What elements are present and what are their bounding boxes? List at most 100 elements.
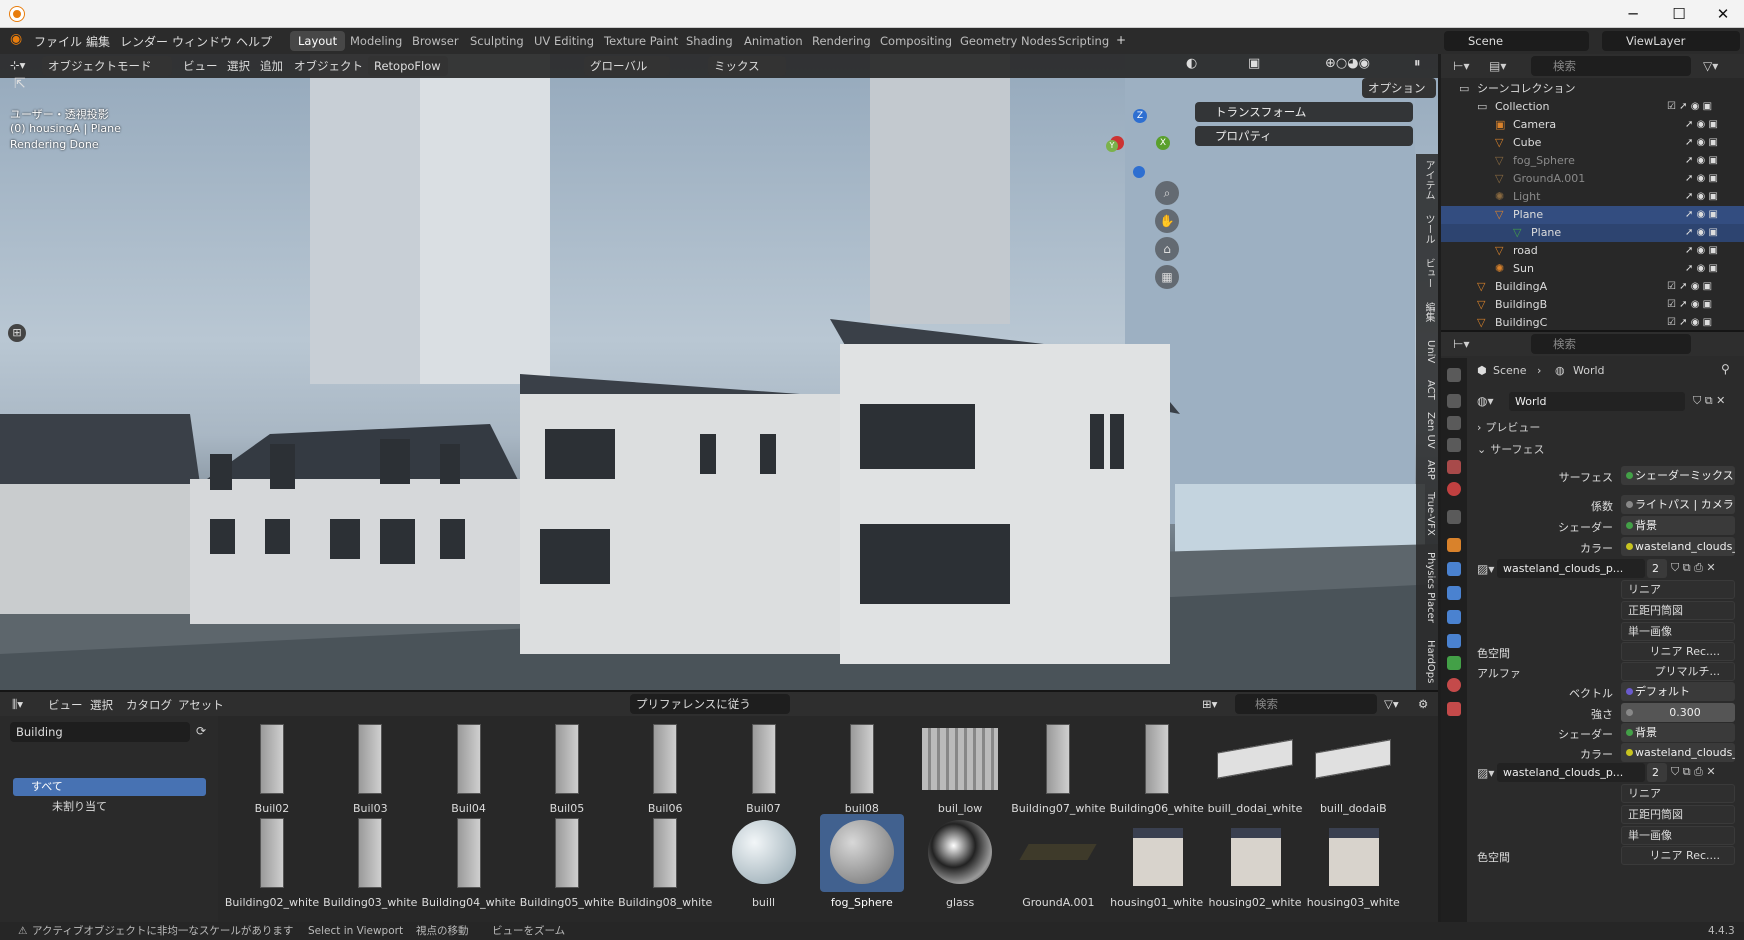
image2-browse-icon[interactable]: ▨▾ (1477, 766, 1494, 780)
menu-render[interactable]: レンダー (120, 33, 168, 50)
catalog-all[interactable]: すべて (13, 778, 206, 796)
scene-selector[interactable]: Scene (1444, 31, 1589, 51)
asset-item[interactable]: housing03_white (1305, 812, 1401, 916)
fac-field[interactable]: ライトパス | カメラレイ (1621, 495, 1735, 514)
visibility-toggles-icon[interactable]: ☑ ➚ ◉ ▣ (1667, 98, 1712, 116)
visibility-toggles-icon[interactable]: ☑ ➚ ◉ ▣ (1667, 296, 1712, 314)
image2-name-field[interactable]: wasteland_clouds_p... (1497, 763, 1645, 782)
tab-hardops[interactable]: HardOps (1418, 640, 1436, 683)
menu-asset[interactable]: アセット (178, 697, 224, 713)
visibility-toggles-icon[interactable]: ➚ ◉ ▣ (1685, 260, 1718, 278)
transform-panel-header[interactable]: トランスフォーム (1195, 102, 1413, 122)
overlay-icon[interactable]: ◐ (1186, 56, 1197, 71)
color2-field[interactable]: wasteland_clouds_p... (1621, 743, 1735, 762)
preview-panel-header[interactable]: › プレビュー (1477, 418, 1737, 438)
pause-icon[interactable]: ⏸ (1414, 56, 1421, 71)
asset-library-dropdown[interactable]: Building (10, 722, 190, 742)
visibility-toggles-icon[interactable]: ➚ ◉ ▣ (1685, 242, 1718, 260)
image-browse-icon[interactable]: ▨▾ (1477, 562, 1494, 576)
menu-select[interactable]: 選択 (90, 697, 113, 713)
tab-layout[interactable]: Layout (290, 31, 346, 51)
outliner-search-input[interactable]: 検索 (1531, 56, 1691, 76)
filter-icon[interactable]: ▽▾ (1384, 697, 1399, 711)
image1-name-field[interactable]: wasteland_clouds_p... (1497, 559, 1645, 578)
maximize-button[interactable]: ☐ (1656, 0, 1702, 28)
asset-item[interactable]: Buil06 (617, 718, 713, 822)
tab-physics-placer[interactable]: Physics Placer (1418, 552, 1436, 623)
gizmo-x-axis[interactable]: X (1156, 136, 1170, 150)
pin-icon[interactable]: ⚲ (1721, 362, 1730, 376)
outliner-item-sun[interactable]: ✺ Sun ➚ ◉ ▣ (1441, 260, 1744, 278)
menu-window[interactable]: ウィンドウ (172, 33, 232, 50)
asset-item[interactable]: Buil03 (322, 718, 418, 822)
tab-animation[interactable]: Animation (736, 31, 811, 51)
asset-item[interactable]: glass (912, 812, 1008, 916)
source1-dropdown[interactable]: 単一画像 (1621, 622, 1735, 641)
tab-compositing[interactable]: Compositing (872, 31, 960, 51)
colorspace1-dropdown[interactable]: リニア Rec.... (1621, 642, 1735, 661)
tab-true-vfx[interactable]: True-VFX (1418, 492, 1436, 536)
settings-gear-icon[interactable]: ⚙ (1418, 697, 1428, 711)
editor-type-icon[interactable]: ⊢▾ (1453, 337, 1469, 351)
tab-shading[interactable]: Shading (678, 31, 741, 51)
asset-item[interactable]: fog_Sphere (814, 812, 910, 916)
asset-item[interactable]: Building08_white (617, 812, 713, 916)
editor-type-icon[interactable]: ⫼▾ (12, 697, 23, 712)
asset-item[interactable]: Buil04 (421, 718, 517, 822)
asset-item[interactable]: GroundA.001 (1010, 812, 1106, 916)
menu-view[interactable]: ビュー (48, 697, 83, 713)
tab-browser[interactable]: Browser (404, 31, 467, 51)
render-tab-icon[interactable] (1447, 394, 1461, 408)
zoom-icon[interactable]: ⌕ (1155, 181, 1179, 205)
visibility-toggles-icon[interactable]: ➚ ◉ ▣ (1685, 224, 1718, 242)
tab-arp[interactable]: ARP (1418, 460, 1436, 480)
visibility-toggles-icon[interactable]: ➚ ◉ ▣ (1685, 116, 1718, 134)
collection-tab-icon[interactable] (1447, 510, 1461, 524)
image1-users-count[interactable]: 2 (1647, 559, 1667, 578)
tab-zen-uv[interactable]: Zen UV (1418, 412, 1436, 449)
source2-dropdown[interactable]: 単一画像 (1621, 826, 1735, 845)
outliner-item-fog-sphere[interactable]: ▽ fog_Sphere ➚ ◉ ▣ (1441, 152, 1744, 170)
strength-field[interactable]: 0.300 (1621, 703, 1735, 722)
object-tab-icon[interactable] (1447, 538, 1461, 552)
outliner-item-camera[interactable]: ▣ Camera ➚ ◉ ▣ (1441, 116, 1744, 134)
outliner-item-plane[interactable]: ▽ Plane ➚ ◉ ▣ (1441, 206, 1744, 224)
import-method-dropdown[interactable]: プリファレンスに従う (630, 694, 790, 714)
outliner-item-cube[interactable]: ▽ Cube ➚ ◉ ▣ (1441, 134, 1744, 152)
particles-tab-icon[interactable] (1447, 586, 1461, 600)
menu-help[interactable]: ヘルプ (236, 33, 272, 50)
asset-shelf-toggle-icon[interactable]: ⊞ (8, 324, 26, 342)
editor-type-icon[interactable]: ⊹▾ (10, 58, 25, 72)
outliner-item-buildingb[interactable]: ▽ BuildingB ☑ ➚ ◉ ▣ (1441, 296, 1744, 314)
asset-item[interactable]: Building04_white (421, 812, 517, 916)
gizmo-z-axis[interactable]: Z (1133, 109, 1147, 123)
tab-texture-paint[interactable]: Texture Paint (596, 31, 686, 51)
scene-tab-icon[interactable] (1447, 460, 1461, 474)
ortho-grid-icon[interactable]: ▦ (1155, 265, 1179, 289)
asset-item[interactable]: buil08 (814, 718, 910, 822)
tab-item[interactable]: アイテム (1418, 160, 1436, 200)
texture-tab-icon[interactable] (1447, 702, 1461, 716)
asset-search-input[interactable]: 検索 (1235, 694, 1377, 714)
gizmo-y-axis[interactable]: Y (1106, 140, 1118, 152)
image2-users-count[interactable]: 2 (1647, 763, 1667, 782)
asset-item[interactable]: Buil02 (224, 718, 320, 822)
color1-field[interactable]: wasteland_clouds_p... (1621, 537, 1735, 556)
retopoflow-button[interactable]: RetopoFlow (368, 56, 448, 76)
tab-geometry-nodes[interactable]: Geometry Nodes (952, 31, 1065, 51)
tab-tool[interactable]: ツール (1418, 214, 1436, 244)
outliner-item-road[interactable]: ▽ road ➚ ◉ ▣ (1441, 242, 1744, 260)
world-tab-icon[interactable] (1447, 482, 1461, 496)
tab-modeling[interactable]: Modeling (342, 31, 410, 51)
properties-panel-header[interactable]: プロパティ (1195, 126, 1413, 146)
menu-view[interactable]: ビュー (183, 58, 218, 74)
editor-type-icon[interactable]: ⊢▾ (1453, 59, 1469, 73)
image1-actions-icon[interactable]: ⛉ ⧉ ⎙ ✕ (1671, 561, 1716, 575)
visibility-toggles-icon[interactable]: ➚ ◉ ▣ (1685, 134, 1718, 152)
asset-item[interactable]: Buil05 (519, 718, 615, 822)
select-tool-icon[interactable]: ⇱ (14, 76, 26, 92)
outliner-item-grounda[interactable]: ▽ GroundA.001 ➚ ◉ ▣ (1441, 170, 1744, 188)
asset-item[interactable]: Building03_white (322, 812, 418, 916)
asset-item[interactable]: buill_dodai_white (1207, 718, 1303, 822)
view-layer-tab-icon[interactable] (1447, 438, 1461, 452)
